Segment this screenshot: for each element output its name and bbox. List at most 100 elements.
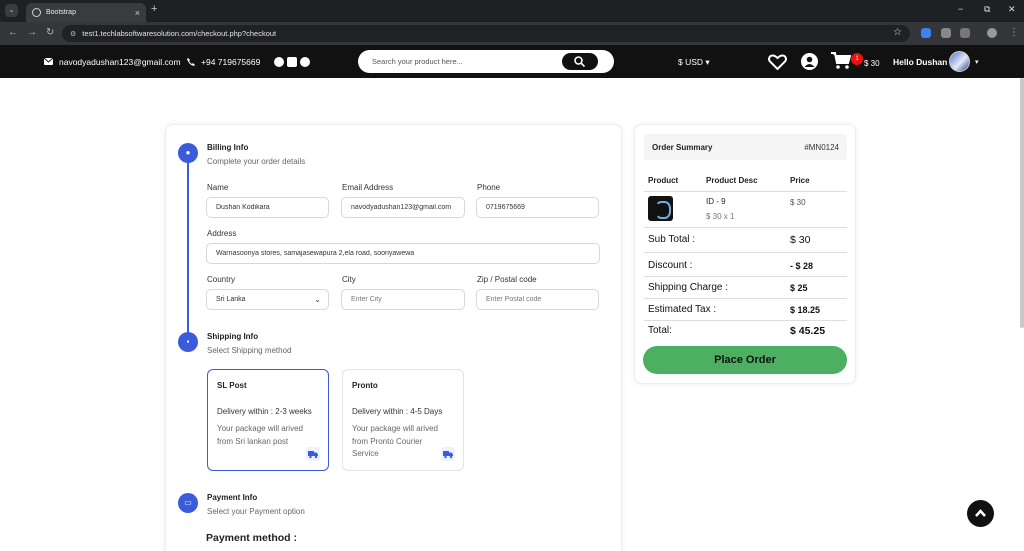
restore-icon[interactable]: ⧉	[984, 4, 990, 15]
col-product: Product	[648, 176, 679, 185]
new-tab-button[interactable]: +	[151, 3, 157, 15]
extensions-puzzle-icon[interactable]	[960, 28, 970, 38]
bookmark-star-icon[interactable]: ☆	[893, 27, 902, 38]
currency-value: $ USD	[678, 57, 704, 67]
col-desc: Product Desc	[706, 176, 758, 185]
currency-select[interactable]: $ USD ▾	[678, 57, 710, 68]
col-price: Price	[790, 176, 810, 185]
tax-value: $ 18.25	[790, 305, 821, 315]
payment-method-label: Payment method :	[206, 532, 298, 544]
city-label: City	[342, 275, 356, 284]
payment-title: Payment Info	[207, 493, 258, 502]
place-order-button[interactable]: Place Order	[643, 346, 847, 374]
whatsapp-icon[interactable]	[300, 56, 310, 67]
globe-icon	[32, 8, 41, 17]
facebook-icon[interactable]	[274, 56, 284, 67]
social-links	[274, 45, 310, 78]
search-input[interactable]	[372, 55, 552, 68]
truck-icon	[441, 447, 455, 461]
shipping-option-desc: Your package will arived from Sri lankan…	[217, 424, 303, 446]
cart-icon[interactable]	[831, 52, 851, 70]
heart-icon[interactable]	[768, 54, 787, 70]
country-select[interactable]: Sri Lanka ⌄	[206, 289, 329, 310]
subtotal-value: $ 30	[790, 234, 811, 246]
shipping-option-delivery: Delivery within : 4-5 Days	[352, 407, 443, 416]
step-connector	[187, 162, 189, 338]
shipping-option-pronto[interactable]: Pronto Delivery within : 4-5 Days Your p…	[342, 369, 464, 471]
divider	[644, 227, 847, 228]
phone-field[interactable]	[476, 197, 599, 218]
browser-tab[interactable]: Bootstrap ×	[26, 3, 146, 22]
extension-icon[interactable]	[941, 28, 951, 38]
header-phone[interactable]: +94 719675669	[187, 45, 260, 78]
mail-icon	[44, 58, 53, 65]
header-email-text: navodyadushan123@gmail.com	[59, 56, 181, 67]
name-field[interactable]	[206, 197, 329, 218]
billing-step-icon: ●	[178, 143, 198, 163]
divider	[644, 276, 847, 277]
instagram-icon[interactable]	[287, 56, 297, 67]
chevron-up-icon	[975, 509, 986, 517]
reload-icon[interactable]: ↻	[46, 27, 54, 38]
search-bar	[358, 50, 614, 73]
payment-step-icon: ▭	[178, 493, 198, 513]
country-label: Country	[207, 275, 236, 284]
tax-label: Estimated Tax :	[648, 304, 717, 315]
shipping-option-name: Pronto	[352, 381, 378, 390]
chevron-down-icon[interactable]: ▾	[975, 58, 979, 66]
phone-label: Phone	[477, 183, 501, 192]
site-info-icon[interactable]: ⚙	[70, 30, 76, 38]
shipping-option-sl-post[interactable]: SL Post Delivery within : 2-3 weeks Your…	[207, 369, 329, 471]
close-tab-icon[interactable]: ×	[135, 8, 140, 18]
truck-icon	[306, 447, 320, 461]
discount-label: Discount :	[648, 260, 693, 271]
back-icon[interactable]: ←	[8, 27, 18, 38]
search-icon	[574, 56, 585, 67]
header-email[interactable]: navodyadushan123@gmail.com	[44, 45, 181, 78]
shipping-option-delivery: Delivery within : 2-3 weeks	[217, 407, 312, 416]
url-bar[interactable]: ⚙ test1.techlabsoftwaresolution.com/chec…	[62, 25, 910, 42]
url-text: test1.techlabsoftwaresolution.com/checko…	[82, 29, 277, 38]
browser-menu-icon[interactable]: ⋮	[1009, 27, 1019, 38]
email-label: Email Address	[342, 183, 394, 192]
city-field[interactable]	[341, 289, 465, 310]
divider	[644, 320, 847, 321]
item-qty: $ 30 x 1	[706, 212, 735, 221]
order-id: #MN0124	[804, 143, 839, 152]
minimize-icon[interactable]: −	[958, 4, 963, 14]
payment-subtitle: Select your Payment option	[207, 507, 305, 516]
address-field[interactable]	[206, 243, 600, 264]
tab-list-button[interactable]: ⌄	[5, 4, 18, 17]
divider	[644, 252, 847, 253]
total-value: $ 45.25	[790, 325, 826, 337]
forward-icon[interactable]: →	[27, 27, 37, 38]
window-close-icon[interactable]: ✕	[1008, 4, 1016, 15]
page-scrollbar[interactable]	[1020, 78, 1024, 328]
shipping-charge-value: $ 25	[790, 283, 808, 293]
extension-icon[interactable]	[921, 28, 931, 38]
user-icon[interactable]	[801, 53, 818, 70]
shipping-title: Shipping Info	[207, 332, 259, 341]
cart-count-badge: 1	[851, 53, 863, 65]
zip-label: Zip / Postal code	[477, 275, 537, 284]
tab-title: Bootstrap	[46, 9, 76, 16]
total-label: Total:	[648, 325, 672, 336]
avatar[interactable]	[949, 51, 970, 72]
header-phone-text: +94 719675669	[201, 56, 261, 67]
divider	[644, 191, 847, 192]
profile-icon[interactable]	[987, 28, 997, 38]
order-summary-header: Order Summary #MN0124	[644, 134, 847, 160]
user-greeting[interactable]: Hello Dushan	[893, 57, 947, 67]
shipping-subtitle: Select Shipping method	[207, 346, 292, 355]
address-label: Address	[207, 229, 237, 238]
name-label: Name	[207, 183, 229, 192]
truck-step-icon: ▪	[178, 332, 198, 352]
search-button[interactable]	[562, 53, 598, 70]
zip-field[interactable]	[476, 289, 599, 310]
scroll-to-top-button[interactable]	[967, 500, 994, 527]
email-field[interactable]	[341, 197, 465, 218]
product-thumbnail[interactable]	[648, 196, 673, 221]
shipping-option-name: SL Post	[217, 381, 247, 390]
item-price: $ 30	[790, 198, 806, 207]
order-summary-card	[634, 124, 856, 384]
